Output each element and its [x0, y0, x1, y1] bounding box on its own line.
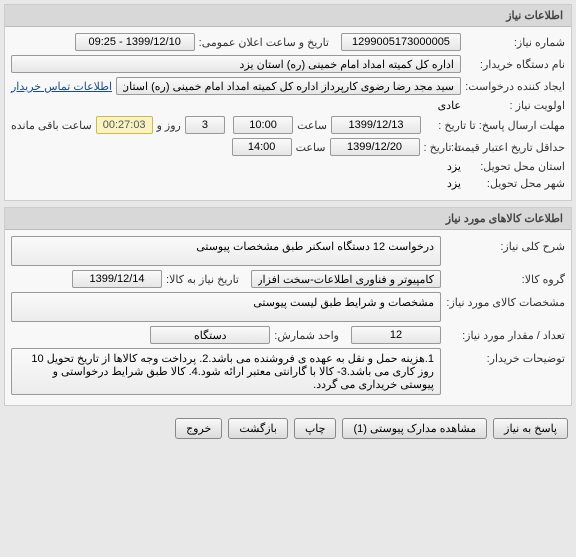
- credit-time[interactable]: [232, 138, 292, 156]
- need-date-input[interactable]: [72, 270, 162, 288]
- remaining-time: 00:27:03: [96, 116, 153, 134]
- time-label-1: ساعت: [297, 119, 327, 132]
- deadline-reply-date[interactable]: [331, 116, 421, 134]
- panel-body-need: شماره نیاز: تاریخ و ساعت اعلان عمومی: نا…: [5, 27, 571, 200]
- qty-input[interactable]: [351, 326, 441, 344]
- buyer-org-input[interactable]: [11, 55, 461, 73]
- spec-label: مشخصات کالای مورد نیاز:: [445, 292, 565, 309]
- group-label: گروه کالا:: [445, 273, 565, 286]
- panel-body-goods: شرح کلی نیاز: درخواست 12 دستگاه اسکنر طب…: [5, 230, 571, 405]
- need-no-label: شماره نیاز:: [465, 36, 565, 49]
- exit-button[interactable]: خروج: [175, 418, 222, 439]
- contact-link[interactable]: اطلاعات تماس خریدار: [11, 80, 112, 93]
- goods-info-panel: اطلاعات کالاهای مورد نیاز شرح کلی نیاز: …: [4, 207, 572, 406]
- respond-button[interactable]: پاسخ به نیاز: [493, 418, 568, 439]
- back-button[interactable]: بازگشت: [228, 418, 288, 439]
- deadline-reply-time[interactable]: [233, 116, 293, 134]
- desc-textarea[interactable]: درخواست 12 دستگاه اسکنر طبق مشخصات پیوست…: [11, 236, 441, 266]
- announce-input[interactable]: [75, 33, 195, 51]
- priority-value: عادی: [438, 99, 461, 112]
- spec-textarea[interactable]: مشخصات و شرایط طبق لیست پیوستی: [11, 292, 441, 322]
- remaining-suffix: ساعت باقی مانده: [11, 119, 92, 132]
- notes-label: توضیحات خریدار:: [445, 348, 565, 365]
- panel-header-goods: اطلاعات کالاهای مورد نیاز: [5, 208, 571, 230]
- need-info-panel: اطلاعات نیاز شماره نیاز: تاریخ و ساعت اع…: [4, 4, 572, 201]
- deadline-reply-label: مهلت ارسال پاسخ: تا تاریخ :: [425, 119, 565, 132]
- need-no-input[interactable]: [341, 33, 461, 51]
- group-input[interactable]: [251, 270, 441, 288]
- time-label-2: ساعت: [296, 141, 326, 154]
- unit-label: واحد شمارش:: [274, 329, 339, 342]
- creator-label: ایجاد کننده درخواست:: [465, 80, 565, 93]
- credit-date[interactable]: [330, 138, 420, 156]
- delivery-province-label: استان محل تحویل:: [465, 160, 565, 173]
- creator-input[interactable]: [116, 77, 461, 95]
- credit-to-label: تا تاریخ :: [424, 141, 461, 154]
- priority-label: اولویت نیاز :: [465, 99, 565, 112]
- delivery-province-value: یزد: [447, 160, 461, 173]
- delivery-city-label: شهر محل تحویل:: [465, 177, 565, 190]
- days-input[interactable]: [185, 116, 225, 134]
- qty-label: تعداد / مقدار مورد نیاز:: [445, 329, 565, 342]
- need-date-label: تاریخ نیاز به کالا:: [166, 273, 239, 286]
- credit-min-label: حداقل تاریخ اعتبار قیمت:: [465, 141, 565, 154]
- unit-input[interactable]: [150, 326, 270, 344]
- days-suffix: روز و: [157, 119, 181, 132]
- desc-label: شرح کلی نیاز:: [445, 236, 565, 253]
- notes-textarea[interactable]: 1.هزینه حمل و نقل به عهده ی فروشنده می ب…: [11, 348, 441, 395]
- print-button[interactable]: چاپ: [294, 418, 337, 439]
- buyer-org-label: نام دستگاه خریدار:: [465, 58, 565, 71]
- delivery-city-value: یزد: [447, 177, 461, 190]
- panel-header-need: اطلاعات نیاز: [5, 5, 571, 27]
- view-attachments-button[interactable]: مشاهده مدارک پیوستی (1): [342, 418, 487, 439]
- announce-label: تاریخ و ساعت اعلان عمومی:: [199, 36, 329, 49]
- button-bar: پاسخ به نیاز مشاهده مدارک پیوستی (1) چاپ…: [4, 412, 572, 445]
